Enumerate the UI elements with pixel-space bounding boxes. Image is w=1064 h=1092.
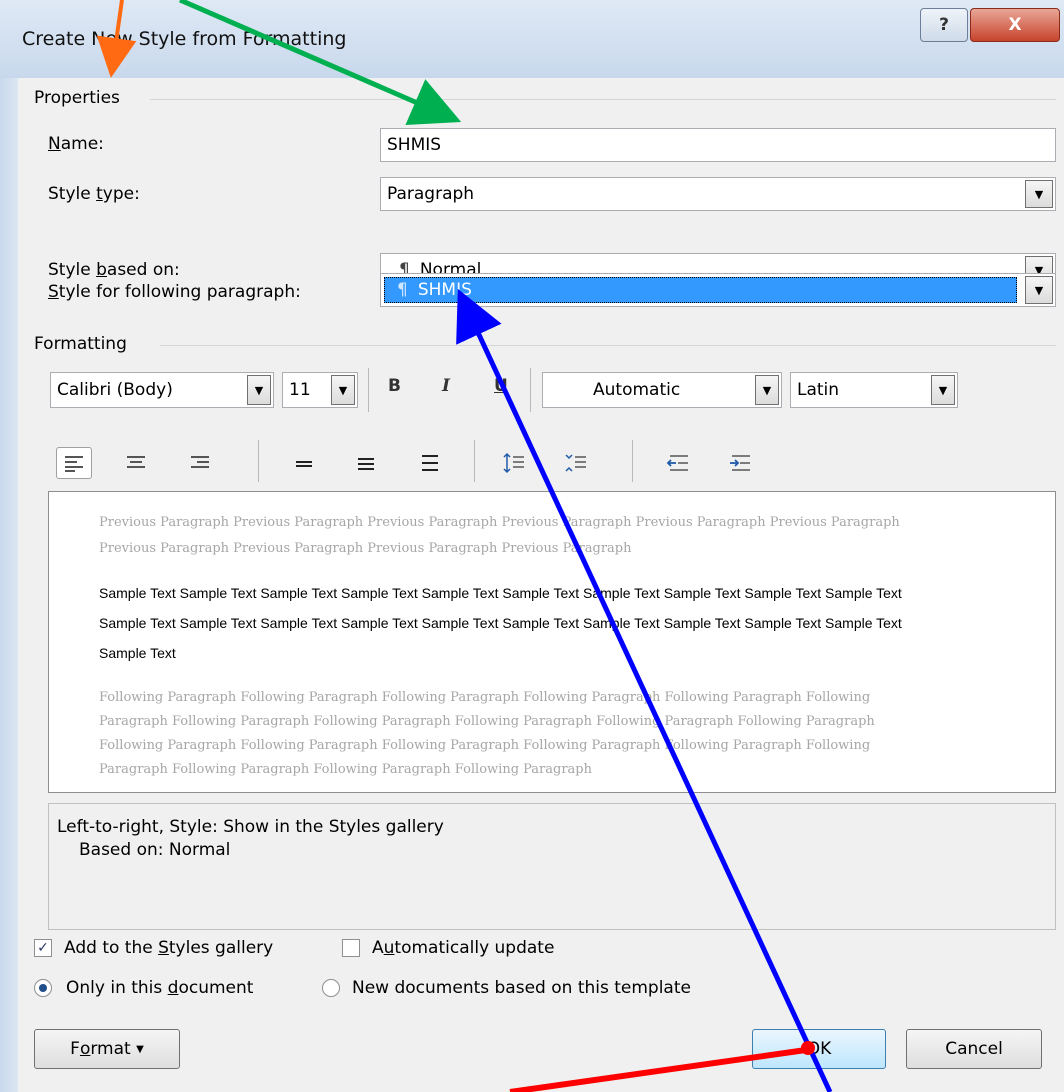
add-to-gallery-checkbox[interactable]: ✓ bbox=[34, 939, 52, 957]
toolbar-divider bbox=[632, 440, 633, 482]
auto-update-label: Automatically update bbox=[372, 938, 555, 958]
toolbar-divider bbox=[368, 368, 369, 412]
name-label: Name: bbox=[48, 134, 104, 154]
help-button[interactable]: ? bbox=[920, 8, 968, 42]
double-spacing-icon[interactable] bbox=[412, 447, 448, 479]
font-select[interactable]: Calibri (Body) ▼ bbox=[50, 372, 274, 408]
size-value: 11 bbox=[289, 380, 311, 400]
new-documents-radio[interactable] bbox=[322, 979, 340, 997]
style-type-value: Paragraph bbox=[387, 184, 475, 204]
script-value: Latin bbox=[797, 380, 840, 400]
following-label: Style for following paragraph: bbox=[48, 282, 301, 302]
italic-button[interactable]: I bbox=[442, 376, 450, 396]
auto-update-checkbox[interactable] bbox=[342, 939, 360, 957]
font-value: Calibri (Body) bbox=[57, 380, 173, 400]
following-select[interactable]: ¶ SHMIS ▼ bbox=[380, 273, 1056, 307]
chevron-down-icon[interactable]: ▼ bbox=[931, 375, 955, 405]
only-this-document-radio[interactable] bbox=[34, 979, 52, 997]
format-button[interactable]: Fo rmat ▼ bbox=[34, 1029, 180, 1069]
style-type-select[interactable]: Paragraph ▼ bbox=[380, 177, 1056, 211]
single-spacing-icon[interactable] bbox=[286, 447, 322, 479]
script-select[interactable]: Latin ▼ bbox=[790, 372, 958, 408]
toolbar-divider bbox=[258, 440, 259, 482]
chevron-down-icon[interactable]: ▼ bbox=[331, 375, 355, 405]
following-selected-value: ¶ SHMIS bbox=[384, 277, 1017, 303]
chevron-down-icon[interactable]: ▼ bbox=[1025, 276, 1053, 304]
size-select[interactable]: 11 ▼ bbox=[282, 372, 358, 408]
previous-paragraph-text: Previous Paragraph Previous Paragraph Pr… bbox=[99, 515, 900, 556]
sample-text: Sample Text Sample Text Sample Text Samp… bbox=[99, 585, 902, 661]
name-input[interactable]: SHMIS bbox=[380, 128, 1056, 162]
bold-button[interactable]: B bbox=[388, 376, 401, 396]
window-border bbox=[0, 78, 18, 1092]
pilcrow-icon: ¶ bbox=[397, 280, 408, 300]
style-description: Left-to-right, Style: Show in the Styles… bbox=[48, 803, 1056, 930]
chevron-down-icon[interactable]: ▼ bbox=[1025, 180, 1053, 208]
style-type-label: Style type: bbox=[48, 184, 140, 204]
align-center-icon[interactable] bbox=[118, 447, 154, 479]
description-line: Based on: Normal bbox=[79, 840, 231, 860]
description-line: Left-to-right, Style: Show in the Styles… bbox=[57, 817, 444, 837]
underline-button[interactable]: U bbox=[494, 376, 508, 396]
font-color-value: Automatic bbox=[593, 380, 681, 400]
toolbar-divider bbox=[474, 440, 475, 482]
add-to-gallery-label: Add to the Styles gallery bbox=[64, 938, 274, 958]
only-this-document-label: Only in this document bbox=[66, 978, 254, 998]
dialog-title: Create New Style from Formatting bbox=[22, 28, 347, 50]
name-value: SHMIS bbox=[387, 135, 442, 155]
cancel-button[interactable]: Cancel bbox=[906, 1029, 1042, 1069]
properties-divider bbox=[150, 99, 1056, 100]
following-paragraph-text: Following Paragraph Following Paragraph … bbox=[99, 690, 875, 777]
close-button[interactable]: X bbox=[970, 8, 1060, 42]
align-left-icon[interactable] bbox=[56, 447, 92, 479]
chevron-down-icon[interactable]: ▼ bbox=[755, 375, 779, 405]
align-right-icon[interactable] bbox=[182, 447, 218, 479]
new-documents-label: New documents based on this template bbox=[352, 978, 691, 998]
following-value: SHMIS bbox=[417, 280, 472, 300]
toolbar-divider bbox=[530, 368, 531, 412]
title-bar: Create New Style from Formatting ? X bbox=[0, 0, 1064, 78]
increase-spacing-icon[interactable] bbox=[496, 447, 532, 479]
one-half-spacing-icon[interactable] bbox=[348, 447, 384, 479]
ok-button[interactable]: OK bbox=[752, 1029, 886, 1069]
increase-indent-icon[interactable] bbox=[722, 447, 758, 479]
formatting-divider bbox=[160, 345, 1056, 346]
chevron-down-icon[interactable]: ▼ bbox=[247, 375, 271, 405]
decrease-indent-icon[interactable] bbox=[660, 447, 696, 479]
based-on-label: Style based on: bbox=[48, 260, 180, 280]
formatting-heading: Formatting bbox=[34, 334, 127, 354]
style-preview: Previous Paragraph Previous Paragraph Pr… bbox=[48, 491, 1056, 793]
properties-heading: Properties bbox=[34, 88, 120, 108]
font-color-select[interactable]: Automatic ▼ bbox=[542, 372, 782, 408]
decrease-spacing-icon[interactable] bbox=[558, 447, 594, 479]
